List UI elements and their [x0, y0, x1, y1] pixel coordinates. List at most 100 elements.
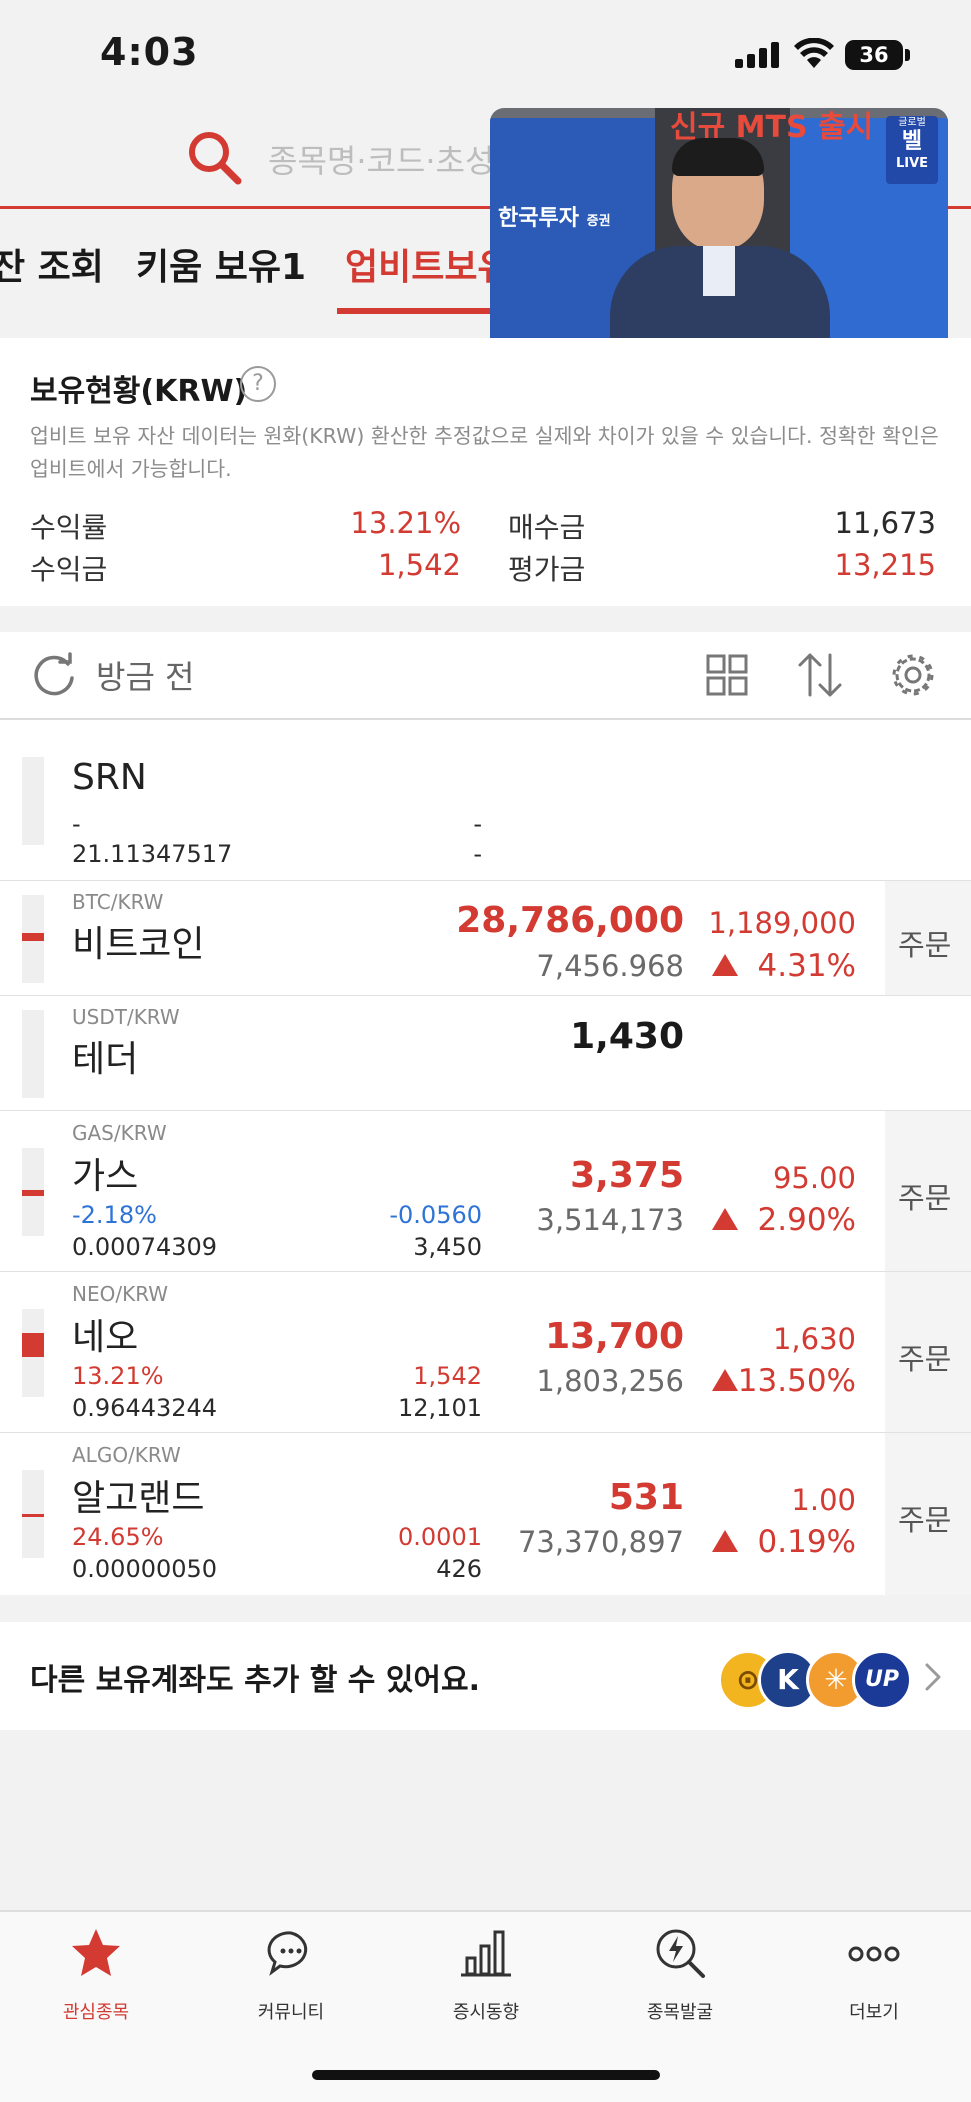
up-triangle-icon [712, 1369, 738, 1391]
sort-icon[interactable] [796, 651, 844, 699]
holding-eval: 12,101 [398, 1394, 482, 1422]
holdings-title: 보유현황(KRW) [30, 374, 248, 409]
trade-volume: 7,456.968 [536, 949, 684, 983]
current-price: 1,430 [570, 1016, 684, 1057]
badge-live: LIVE [895, 156, 929, 171]
coin-pair: ALGO/KRW [72, 1443, 181, 1467]
nav-label: 증시동향 [452, 2002, 520, 2023]
valuation-value: 13,215 [834, 548, 936, 582]
wifi-icon [794, 38, 834, 68]
current-price: 13,700 [545, 1316, 684, 1357]
chevron-right-icon[interactable] [924, 1662, 942, 1692]
order-button[interactable]: 주문 [898, 1336, 951, 1378]
change-rate: 4.31% [757, 948, 856, 984]
nav-more[interactable]: 더보기 [799, 1946, 949, 2024]
search-input[interactable]: 종목명·코드·초성 [268, 136, 494, 182]
cellular-signal-icon [735, 42, 781, 68]
profit-amount: 1,542 [413, 1362, 482, 1390]
status-time: 4:03 [100, 30, 199, 74]
price-change: 1,189,000 [708, 906, 856, 940]
up-triangle-icon [712, 1208, 738, 1230]
video-brand-name: 한국투자 [498, 206, 579, 231]
trade-volume: 1,803,256 [536, 1364, 684, 1398]
order-button[interactable]: 주문 [898, 1497, 951, 1539]
valuation-label: 평가금 [508, 553, 586, 586]
chat-bubble-icon [267, 1931, 308, 1976]
profit-rate: 24.65% [72, 1523, 164, 1551]
live-badge: 글로벌 벨 LIVE [886, 116, 938, 184]
star-icon [72, 1929, 120, 1976]
purchase-label: 매수금 [508, 511, 586, 544]
profit-value: 1,542 [377, 548, 461, 582]
holding-quantity: 0.96443244 [72, 1394, 218, 1422]
return-rate-label: 수익률 [30, 511, 108, 544]
bar-chart-icon [461, 1930, 511, 1977]
price-change: 1,630 [772, 1322, 856, 1356]
tab-upbit-holding[interactable]: 업비트보유 [345, 238, 511, 290]
row-mini-chart [22, 1010, 44, 1098]
settings-gear-icon[interactable] [888, 650, 938, 700]
nav-label: 관심종목 [62, 2002, 130, 2023]
holding-eval: 426 [436, 1555, 482, 1583]
up-triangle-icon [712, 954, 738, 976]
profit-label: 수익금 [30, 553, 108, 586]
holding-quantity: 0.00000050 [72, 1555, 218, 1583]
current-price: 531 [608, 1477, 684, 1518]
video-person [610, 138, 830, 364]
more-dots-icon [848, 1946, 900, 1962]
help-icon[interactable]: ? [240, 366, 276, 402]
coin-name: SRN [72, 757, 147, 798]
row-mini-chart [22, 757, 44, 845]
current-price: 28,786,000 [456, 900, 684, 941]
holding-eval: 3,450 [413, 1233, 482, 1261]
search-icon[interactable] [185, 128, 243, 186]
video-brand-suffix: 증권 [586, 214, 611, 229]
coin-name: 비트코인 [72, 924, 205, 965]
grid-view-icon[interactable] [705, 653, 749, 697]
video-pip-player[interactable]: 신규 MTS 출시 한국투자 증권 글로벌 벨 LIVE [490, 108, 948, 364]
coin-name: 가스 [72, 1156, 139, 1197]
change-rate: 2.90% [757, 1202, 856, 1238]
tab-balance-inquiry[interactable]: 잔 조회 [0, 238, 104, 290]
refresh-time-label: 방금 전 [96, 658, 195, 696]
order-button[interactable]: 주문 [898, 1175, 951, 1217]
price-change: 95.00 [772, 1161, 856, 1195]
order-button[interactable]: 주문 [898, 922, 951, 964]
coin-name: 알고랜드 [72, 1478, 205, 1519]
nav-stock-discovery[interactable]: 종목발굴 [605, 1929, 755, 2024]
holding-eval: - [473, 840, 482, 868]
trade-volume: 3,514,173 [536, 1203, 684, 1237]
holdings-note: 업비트 보유 자산 데이터는 원화(KRW) 환산한 추정값으로 실제와 차이가… [30, 424, 939, 481]
profit-amount: 0.0001 [398, 1523, 482, 1551]
profit-rate: -2.18% [72, 1201, 157, 1229]
home-indicator [312, 2070, 660, 2080]
price-change: 1.00 [791, 1483, 856, 1517]
badge-line2: 벨 [901, 129, 923, 154]
tab-kiwoom-holding[interactable]: 키움 보유1 [136, 238, 306, 290]
holding-quantity: 0.00074309 [72, 1233, 218, 1261]
row-mini-chart [22, 1470, 44, 1558]
refresh-icon[interactable] [30, 652, 78, 700]
nav-market-trends[interactable]: 증시동향 [411, 1930, 561, 2024]
coin-pair: GAS/KRW [72, 1121, 167, 1145]
coin-pair: USDT/KRW [72, 1005, 180, 1029]
battery-indicator: 36 [845, 40, 903, 70]
up-triangle-icon [712, 1530, 738, 1552]
purchase-value: 11,673 [834, 506, 936, 540]
lightning-search-icon [656, 1929, 705, 1978]
nav-label: 종목발굴 [646, 2002, 714, 2023]
row-line1-right: - [473, 810, 482, 838]
add-account-text: 다른 보유계좌도 추가 할 수 있어요. [30, 1663, 481, 1698]
return-rate-value: 13.21% [350, 506, 461, 540]
current-price: 3,375 [570, 1155, 684, 1196]
nav-watchlist[interactable]: 관심종목 [21, 1929, 171, 2024]
battery-cap [905, 49, 910, 61]
video-brand-text: 한국투자 증권 [498, 200, 611, 232]
nav-label: 커뮤니티 [257, 2002, 325, 2023]
holding-quantity: 21.11347517 [72, 840, 233, 868]
change-rate: 0.19% [757, 1524, 856, 1560]
nav-community[interactable]: 커뮤니티 [216, 1931, 366, 2024]
coin-name: 테더 [72, 1039, 139, 1080]
coin-pair: BTC/KRW [72, 890, 164, 914]
trade-volume: 73,370,897 [517, 1525, 684, 1559]
